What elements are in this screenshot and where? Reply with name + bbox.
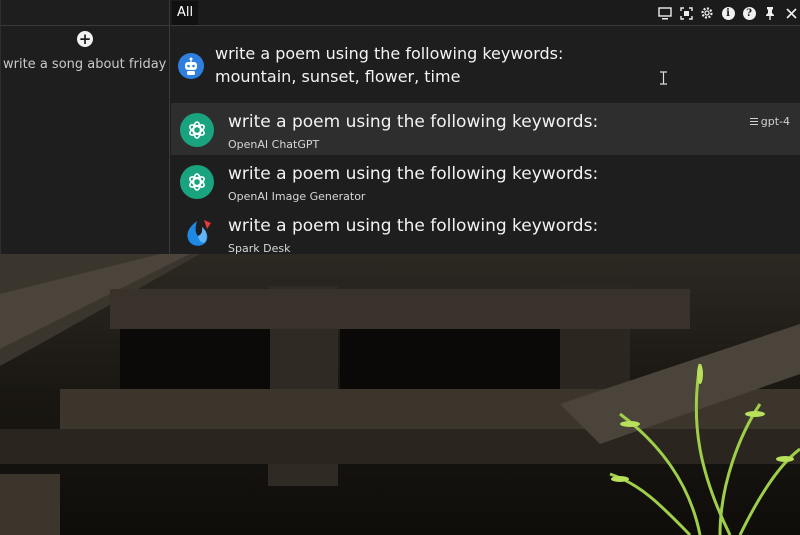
help-icon[interactable]: ? (740, 4, 758, 22)
result-item[interactable]: write a poem using the following keyword… (171, 207, 800, 259)
scan-icon[interactable] (677, 4, 695, 22)
spark-icon (180, 217, 214, 251)
result-source: Spark Desk (228, 242, 291, 255)
query-text[interactable]: write a poem using the following keyword… (215, 42, 775, 88)
result-source: OpenAI Image Generator (228, 190, 366, 203)
gear-icon[interactable] (698, 4, 716, 22)
tab-all[interactable]: All (172, 1, 199, 25)
pin-icon[interactable] (761, 4, 779, 22)
result-item[interactable]: write a poem using the following keyword… (171, 103, 800, 155)
query-panel[interactable]: write a poem using the following keyword… (171, 27, 800, 103)
result-title: write a poem using the following keyword… (228, 216, 599, 236)
plus-circle-icon: + (78, 30, 92, 48)
result-source: OpenAI ChatGPT (228, 138, 320, 151)
openai-icon (180, 113, 214, 147)
close-icon[interactable] (782, 4, 800, 22)
query-line: write a poem using the following keyword… (215, 44, 564, 63)
info-icon[interactable]: i (719, 4, 737, 22)
wallpaper-photo (0, 254, 800, 535)
results-list: write a poem using the following keyword… (171, 103, 800, 255)
model-label: gpt-4 (760, 115, 790, 128)
text-cursor-icon (660, 71, 667, 85)
robot-icon (178, 53, 204, 79)
desktop-wallpaper (0, 254, 800, 535)
result-title: write a poem using the following keyword… (228, 164, 599, 184)
result-item[interactable]: write a poem using the following keyword… (171, 155, 800, 207)
history-item[interactable]: write a song about friday (3, 57, 166, 72)
model-selector[interactable]: gpt-4 (749, 115, 790, 128)
openai-icon (180, 165, 214, 199)
window-toolbar: i ? (653, 4, 800, 22)
menu-icon (749, 116, 758, 127)
new-chat-button[interactable]: + (77, 31, 93, 47)
launcher-window: + write a song about friday All i ? writ… (0, 0, 800, 255)
top-bar: All i ? (171, 0, 800, 26)
monitor-icon[interactable] (656, 4, 674, 22)
history-sidebar: + write a song about friday (0, 0, 170, 254)
result-title: write a poem using the following keyword… (228, 112, 599, 132)
sidebar-header (1, 0, 169, 26)
query-line: mountain, sunset, flower, time (215, 67, 461, 86)
